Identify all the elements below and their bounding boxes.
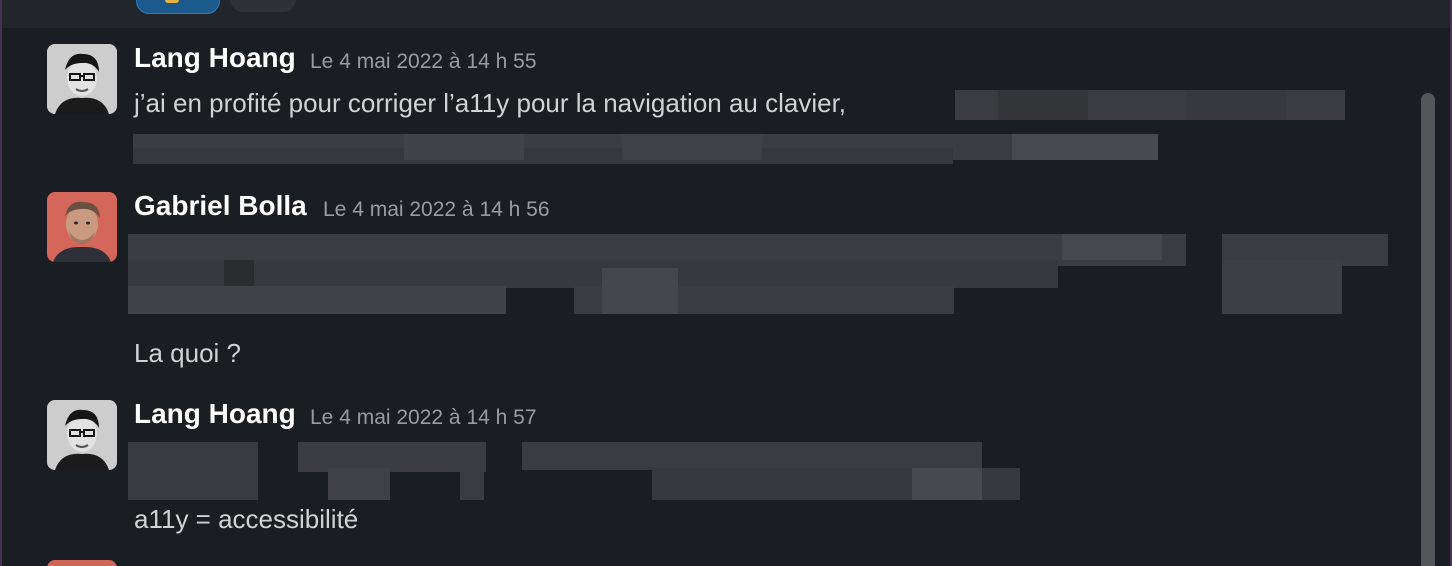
redacted-content (328, 468, 390, 500)
emoji-reaction-icon (165, 0, 179, 3)
redacted-content (460, 468, 484, 500)
sender-name[interactable]: Lang Hoang (134, 42, 296, 74)
message-timestamp[interactable]: Le 4 mai 2022 à 14 h 55 (310, 50, 537, 74)
redacted-content (1222, 260, 1342, 314)
redacted-content (622, 134, 762, 160)
sender-name[interactable]: Lang Hoang (134, 398, 296, 430)
avatar-image (47, 400, 117, 470)
redacted-content (602, 268, 678, 314)
redacted-content (128, 286, 506, 314)
redacted-content (1187, 90, 1287, 120)
lang-hoang-avatar[interactable] (47, 44, 117, 114)
redacted-content (1186, 234, 1222, 266)
next-message-avatar[interactable] (47, 560, 117, 566)
add-reaction-button[interactable] (230, 0, 296, 12)
redacted-content (224, 260, 254, 286)
avatar-image (47, 44, 117, 114)
redacted-content (128, 260, 1058, 288)
message-timestamp[interactable]: Le 4 mai 2022 à 14 h 56 (323, 198, 550, 222)
sender-name[interactable]: Gabriel Bolla (134, 190, 307, 222)
redacted-content (133, 148, 953, 164)
redacted-content (1062, 234, 1162, 260)
chat-window: Lang Hoang Le 4 mai 2022 à 14 h 55 j’ai … (0, 0, 1452, 566)
message-text: a11y = accessibilité (134, 504, 359, 534)
lang-hoang-avatar[interactable] (47, 400, 117, 470)
message-timestamp[interactable]: Le 4 mai 2022 à 14 h 57 (310, 406, 537, 430)
scrollbar-thumb[interactable] (1421, 93, 1435, 566)
redacted-content (522, 442, 982, 470)
redacted-content (128, 442, 258, 500)
gabriel-bolla-avatar[interactable] (47, 192, 117, 262)
previous-message-footer (2, 0, 1450, 28)
redacted-content (912, 468, 982, 500)
redacted-content (298, 442, 486, 472)
reaction-button[interactable] (136, 0, 220, 14)
redacted-content (404, 134, 524, 160)
redacted-content (1012, 134, 1158, 160)
message-text: j’ai en profité pour corriger l’a11y pou… (134, 88, 847, 118)
avatar-image (47, 192, 117, 262)
message-text: La quoi ? (134, 338, 241, 368)
redacted-content (998, 90, 1088, 120)
